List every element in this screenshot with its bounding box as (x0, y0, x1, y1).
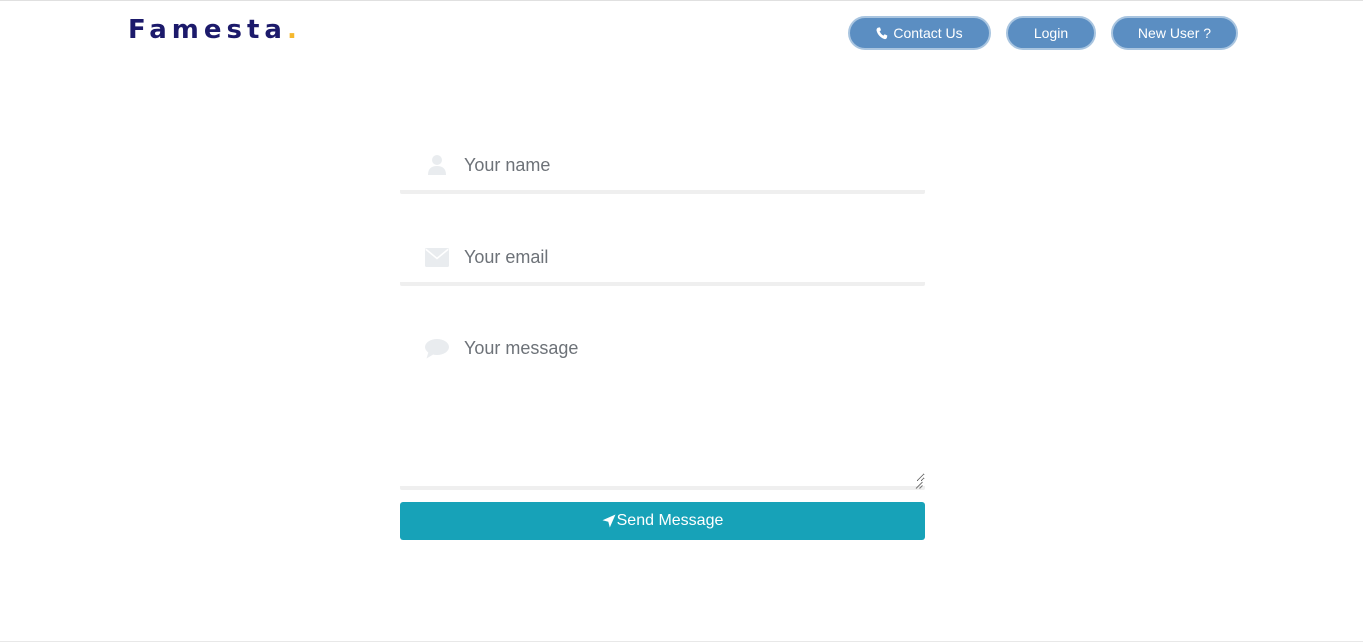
login-label: Login (1033, 25, 1069, 41)
contact-us-button[interactable]: Contact Us (848, 16, 991, 50)
name-field (400, 138, 925, 194)
logo-dot: . (286, 15, 302, 45)
logo-text: Famesta (128, 15, 287, 45)
contact-us-label: Contact Us (893, 25, 963, 41)
page: Famesta. Contact Us Login New User ? You… (0, 0, 1363, 642)
phone-icon (876, 26, 888, 40)
new-user-button[interactable]: New User ? (1111, 16, 1238, 50)
contact-form: Send Message (400, 138, 925, 540)
login-button[interactable]: Login (1006, 16, 1096, 50)
send-message-label: Send Message (616, 512, 724, 529)
brand-logo[interactable]: Famesta. (128, 15, 302, 45)
name-input[interactable] (464, 138, 915, 192)
send-message-button[interactable]: Send Message (400, 502, 925, 540)
email-input[interactable] (464, 230, 915, 284)
new-user-label: New User ? (1137, 25, 1212, 41)
email-field (400, 230, 925, 286)
message-textarea[interactable] (464, 322, 925, 482)
user-icon (425, 154, 449, 176)
comment-icon (425, 338, 449, 360)
resize-handle[interactable] (915, 476, 923, 489)
message-field (400, 322, 925, 490)
envelope-icon (425, 246, 449, 268)
paper-plane-icon (602, 514, 616, 528)
